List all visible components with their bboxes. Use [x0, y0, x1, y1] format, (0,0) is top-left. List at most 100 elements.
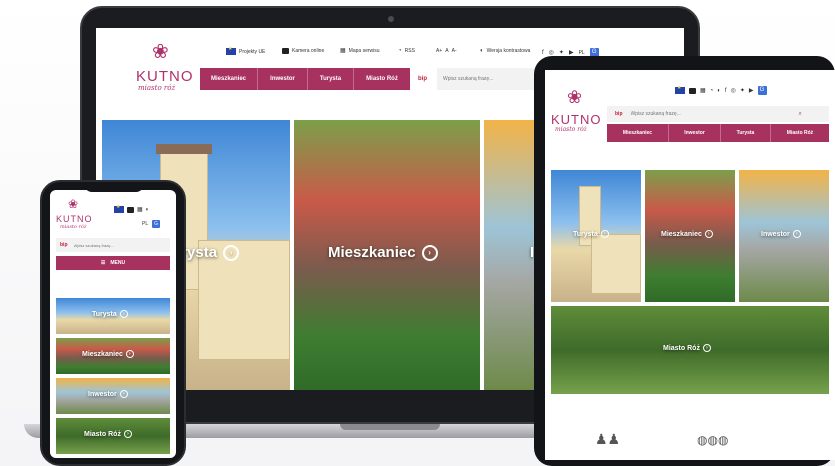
laptop-camera	[388, 16, 394, 22]
font-increase-button[interactable]: A+	[436, 48, 442, 54]
nav-inwestor[interactable]: Inwestor	[669, 124, 721, 142]
contrast-link[interactable]: Wersja kontrastowa	[487, 48, 531, 54]
phone-tile-mieszkaniec-caption: Mieszkaniec ›	[82, 350, 134, 358]
rss-icon: ◔	[398, 48, 402, 54]
arrow-right-icon: ›	[600, 230, 609, 238]
tile-mieszkaniec[interactable]: Mieszkaniec ›	[294, 120, 480, 390]
phone-tile-inwestor-caption: Inwestor ›	[88, 390, 128, 398]
instagram-icon[interactable]: ◎	[731, 88, 736, 94]
sitemap-icon[interactable]: ▦	[137, 207, 143, 213]
utility-projects[interactable]: Projekty UE	[226, 46, 265, 55]
sitemap-icon: ▦	[340, 48, 346, 54]
sitemap-link[interactable]: Mapa serwisu	[349, 48, 380, 54]
language-select[interactable]: PL	[579, 50, 585, 56]
contrast-icon[interactable]: ◐	[146, 207, 150, 213]
phone-search-input[interactable]	[73, 242, 154, 248]
tablet-utility-icons: ▦ ◔ ◐ f ◎ ✦ ▶ G	[675, 85, 767, 95]
nav-mieszkaniec[interactable]: Mieszkaniec	[200, 68, 258, 90]
tablet-main-nav: Mieszkaniec Inwestor Turysta Miasto Róż	[607, 124, 829, 142]
nav-miasto-roz[interactable]: Miasto Róż	[354, 68, 410, 90]
phone-logo-tagline: miasto róż	[60, 224, 87, 230]
rose-logo-icon: ❀	[68, 197, 79, 211]
translate-icon[interactable]: G	[757, 86, 767, 95]
arrow-right-icon: ›	[123, 430, 132, 438]
nav-inwestor[interactable]: Inwestor	[258, 68, 308, 90]
tile-label: Inwestor	[88, 390, 117, 398]
instagram-icon[interactable]: ◎	[549, 50, 554, 56]
sitemap-icon[interactable]: ▦	[700, 88, 706, 94]
phone-lang: PL G	[142, 220, 161, 228]
nav-mieszkaniec[interactable]: Mieszkaniec	[607, 124, 669, 142]
phone-tile-turysta[interactable]: Turysta ›	[56, 298, 170, 334]
arrow-right-icon: ›	[223, 244, 240, 261]
tile-mieszkaniec-caption: Mieszkaniec ›	[328, 244, 438, 261]
tablet-search-input[interactable]	[630, 111, 791, 117]
bip-logo[interactable]: bip	[418, 76, 427, 82]
facebook-icon[interactable]: f	[542, 50, 544, 56]
tower-roof	[156, 144, 212, 154]
eu-flag-icon[interactable]	[675, 85, 685, 94]
camera-link[interactable]: Kamera online	[292, 48, 324, 54]
facebook-icon[interactable]: f	[725, 88, 727, 94]
camera-icon[interactable]	[127, 206, 134, 213]
font-decrease-button[interactable]: A-	[452, 48, 457, 54]
nav-miasto-roz[interactable]: Miasto Róż	[771, 124, 829, 142]
phone-tile-miasto-roz[interactable]: Miasto Róż ›	[56, 418, 170, 454]
utility-map[interactable]: ▦ Mapa serwisu	[340, 48, 380, 54]
contrast-icon[interactable]: ◐	[717, 88, 721, 94]
rose-logo-icon: ❀	[567, 87, 583, 107]
nav-turysta[interactable]: Turysta	[308, 68, 354, 90]
logo-title[interactable]: KUTNO	[136, 68, 194, 85]
arrow-right-icon: ›	[704, 230, 713, 238]
tile-label: Miasto Róż	[84, 430, 121, 438]
bip-logo[interactable]: bip	[615, 111, 623, 117]
tablet-tile-miasto-roz-caption: Miasto Róż ›	[663, 344, 711, 352]
phone-notch	[84, 182, 144, 192]
tablet-tile-mieszkaniec[interactable]: Mieszkaniec ›	[645, 170, 735, 302]
tile-mieszkaniec-label: Mieszkaniec	[328, 244, 416, 261]
tablet-logo-tagline: miasto róż	[555, 126, 587, 133]
search-icon[interactable]: ⌕	[799, 111, 802, 117]
laptop-notch	[340, 424, 440, 430]
font-normal-button[interactable]: A	[445, 48, 448, 54]
contrast-icon: ◐	[480, 48, 484, 54]
residents-icon[interactable]: ♟♟	[595, 432, 620, 446]
tile-label: Inwestor	[761, 230, 790, 238]
arrow-right-icon: ›	[119, 310, 128, 318]
tablet-bip-search: bip ⌕	[607, 106, 829, 122]
bip-logo[interactable]: bip	[60, 242, 68, 248]
camera-icon[interactable]	[689, 87, 696, 94]
devices-mockup: ❀ KUTNO miasto róż Projekty UE Kamera on…	[0, 0, 835, 466]
youtube-icon[interactable]: ▶	[749, 88, 754, 94]
tile-label: Mieszkaniec	[82, 350, 123, 358]
tablet-tile-turysta[interactable]: Turysta ›	[551, 170, 641, 302]
twitter-icon[interactable]: ✦	[559, 50, 564, 56]
town-hall-building	[591, 234, 641, 294]
eu-flag-icon	[226, 46, 236, 55]
twitter-icon[interactable]: ✦	[740, 88, 745, 94]
translate-icon[interactable]: G	[152, 220, 161, 228]
utility-camera[interactable]: Kamera online	[282, 48, 324, 54]
tile-label: Turysta	[92, 310, 117, 318]
language-select[interactable]: PL	[142, 221, 148, 227]
phone-tile-mieszkaniec[interactable]: Mieszkaniec ›	[56, 338, 170, 374]
tablet-tile-inwestor-caption: Inwestor ›	[761, 230, 801, 238]
phone-menu-button[interactable]: ☰ MENU	[56, 256, 170, 270]
youtube-icon[interactable]: ▶	[569, 50, 574, 56]
rss-icon[interactable]: ◔	[710, 88, 714, 94]
tablet-logo-title[interactable]: KUTNO	[551, 112, 602, 127]
phone-tile-turysta-caption: Turysta ›	[92, 310, 128, 318]
rose-logo-icon: ❀	[152, 41, 169, 63]
rss-link[interactable]: RSS	[405, 48, 415, 54]
utility-contrast[interactable]: ◐ Wersja kontrastowa	[480, 48, 530, 54]
tablet-tile-miasto-roz[interactable]: Miasto Róż ›	[551, 306, 829, 394]
phone-tile-inwestor[interactable]: Inwestor ›	[56, 378, 170, 414]
arrow-right-icon: ›	[125, 350, 134, 358]
services-icon[interactable]: ◍◍◍	[697, 434, 728, 446]
utility-rss[interactable]: ◔ RSS	[398, 48, 415, 54]
eu-flag-icon[interactable]	[114, 204, 124, 213]
phone-logo-title[interactable]: KUTNO	[56, 214, 93, 224]
tablet-tile-inwestor[interactable]: Inwestor ›	[739, 170, 829, 302]
projects-link[interactable]: Projekty UE	[239, 49, 265, 55]
nav-turysta[interactable]: Turysta	[721, 124, 771, 142]
